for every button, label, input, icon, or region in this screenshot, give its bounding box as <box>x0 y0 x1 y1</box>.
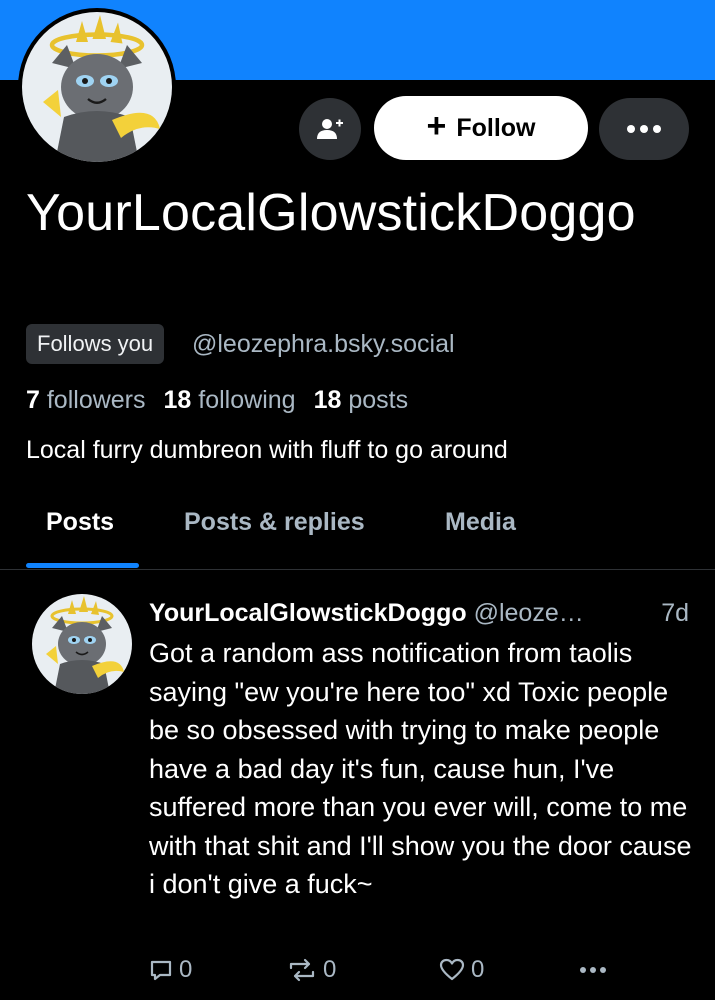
ellipsis-icon <box>580 967 606 973</box>
tab-posts-and-replies[interactable]: Posts & replies <box>184 508 365 537</box>
reply-count: 0 <box>179 956 193 983</box>
post-author-handle[interactable]: @leoze… <box>474 599 584 627</box>
follow-label: Follow <box>456 113 536 142</box>
tab-posts[interactable]: Posts <box>46 508 114 537</box>
reply-button[interactable]: 0 <box>149 956 192 984</box>
repost-count: 0 <box>323 956 337 983</box>
more-options-button[interactable] <box>599 98 689 160</box>
profile-bio: Local furry dumbreon with fluff to go ar… <box>26 436 508 464</box>
post-author-name[interactable]: YourLocalGlowstickDoggo <box>149 599 467 627</box>
ellipsis-icon <box>627 125 661 133</box>
followers-count: 7 <box>26 386 40 414</box>
like-count: 0 <box>471 956 485 983</box>
profile-avatar[interactable] <box>18 8 176 166</box>
heart-icon <box>439 958 465 981</box>
posts-count: 18 <box>313 386 342 414</box>
profile-stats: 7 followers 18 following 18 posts <box>26 382 408 418</box>
active-tab-indicator <box>26 563 139 568</box>
avatar-image <box>22 12 172 162</box>
repost-icon <box>289 958 315 982</box>
tab-media[interactable]: Media <box>445 508 516 537</box>
post-text: Got a random ass notification from taoli… <box>149 638 692 899</box>
follows-you-badge: Follows you <box>26 324 165 364</box>
posts-stat: 18 posts <box>314 386 409 414</box>
profile-handle: @leozephra.bsky.social <box>192 330 455 358</box>
display-name: YourLocalGlowstickDoggo <box>26 184 636 242</box>
add-user-icon <box>317 119 343 139</box>
following-label: following <box>198 386 296 414</box>
post-more-button[interactable] <box>580 966 606 974</box>
followers-link[interactable]: 7 followers <box>26 386 146 414</box>
like-button[interactable]: 0 <box>439 956 484 984</box>
following-link[interactable]: 18 following <box>164 386 296 414</box>
avatar-image <box>32 594 132 694</box>
followers-label: followers <box>46 386 146 414</box>
follow-button[interactable]: + Follow <box>374 96 588 160</box>
following-count: 18 <box>163 386 192 414</box>
add-user-button[interactable] <box>299 98 361 160</box>
post-timestamp[interactable]: 7d <box>661 596 689 630</box>
repost-button[interactable]: 0 <box>287 956 336 984</box>
post-actions: 0 0 0 <box>149 956 689 996</box>
post-author-avatar[interactable] <box>32 594 132 694</box>
post-header: YourLocalGlowstickDoggo @leoze… 7d <box>149 596 689 630</box>
posts-label: posts <box>348 386 409 414</box>
plus-icon: + <box>426 107 447 145</box>
profile-tabs: Posts Posts & replies Media <box>0 500 715 570</box>
reply-icon <box>150 960 172 981</box>
